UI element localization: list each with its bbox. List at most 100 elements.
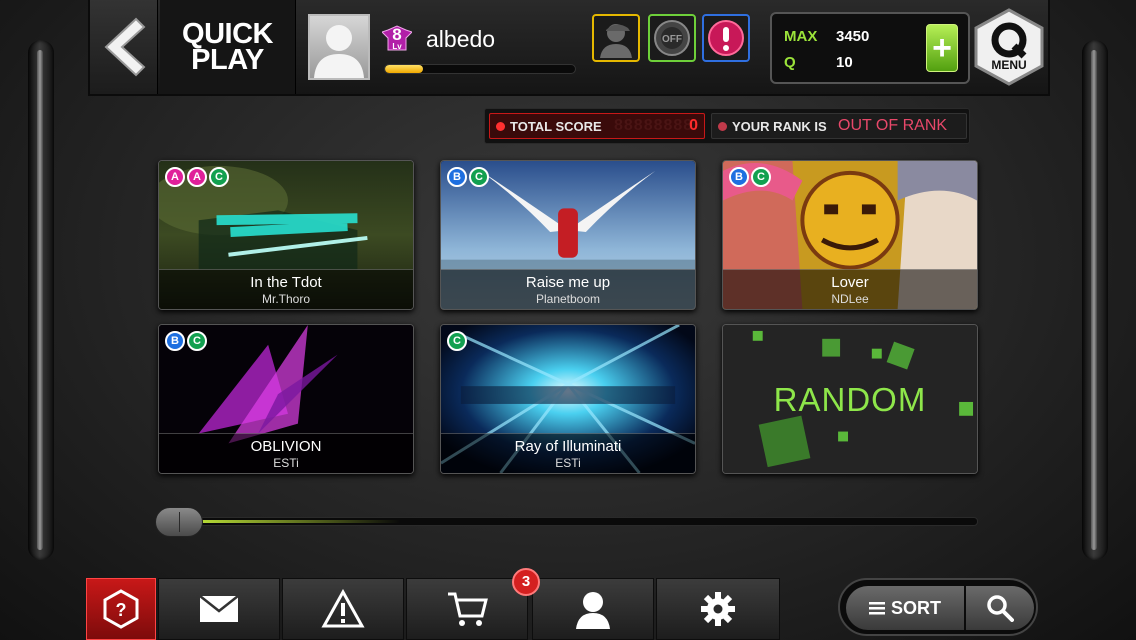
song-title: OBLIVION [250,438,322,455]
gear-icon [701,592,735,626]
song-card-in-the-tdot[interactable]: A A C In the Tdot Mr.Thoro [158,160,414,310]
svg-text:?: ? [116,600,127,620]
mail-button[interactable] [158,578,280,640]
song-artist: Planetboom [535,292,601,306]
total-score-box: TOTAL SCORE 88888888 0 [489,113,705,139]
difficulty-list: C [447,331,467,351]
song-card-raise-me-up[interactable]: B C Raise me up Planetboom [440,160,696,310]
difficulty-badge-b: B [165,331,185,351]
max-label: MAX [784,28,818,45]
page-title: QUICK PLAY [160,0,296,94]
song-caption: OBLIVION ESTi [159,433,413,473]
song-card-oblivion[interactable]: B C OBLIVION ESTi [158,324,414,474]
page-title-line2: PLAY [191,44,264,76]
level-suffix: Lv [392,42,402,51]
song-title: Raise me up [525,274,611,291]
song-card-ray-of-illuminati[interactable]: C Ray of Illuminati ESTi [440,324,696,474]
song-caption: Raise me up Planetboom [441,269,695,309]
sort-list-icon [868,602,885,615]
max-value: 3450 [836,28,870,45]
score-strip: TOTAL SCORE 88888888 0 YOUR RANK IS OUT … [484,108,970,144]
difficulty-list: B C [729,167,771,187]
difficulty-badge-c: C [447,331,467,351]
song-card-lover[interactable]: B C Lover NDLee [722,160,978,310]
random-label: RANDOM [773,381,927,418]
back-button[interactable] [90,0,158,94]
sort-button[interactable]: SORT [846,586,964,630]
total-score-value: 0 [689,117,698,134]
difficulty-badge-b: B [447,167,467,187]
max-points-row: MAX 3450 [782,28,932,50]
difficulty-badge-a: A [187,167,207,187]
random-song-card[interactable]: RANDOM [722,324,978,474]
alert-mode-button[interactable] [702,14,750,62]
help-icon: ? [103,589,139,629]
profile-button[interactable] [532,578,654,640]
song-caption: Ray of Illuminati ESTi [441,433,695,473]
username: albedo [426,26,496,52]
song-title: Ray of Illuminati [514,438,622,455]
song-caption: In the Tdot Mr.Thoro [159,269,413,309]
mail-icon [199,595,239,622]
search-icon [987,595,1014,622]
exp-bar-fill [385,65,423,73]
menu-label: MENU [991,58,1027,72]
difficulty-list: B C [447,167,489,187]
total-score-dot-icon [496,122,505,131]
difficulty-badge-c: C [209,167,229,187]
difficulty-badge-a: A [165,167,185,187]
points-panel: MAX 3450 Q 10 + [770,12,970,84]
total-score-ghost-digits: 88888888 [614,117,694,134]
shop-notification-badge: 3 [512,568,540,596]
add-points-button[interactable]: + [926,24,958,72]
difficulty-badge-b: B [729,167,749,187]
top-bar: QUICK PLAY 8 Lv albedo OFF MAX 3450 Q 10… [88,0,1050,96]
character-mode-button[interactable] [592,14,640,62]
notice-button[interactable] [282,578,404,640]
left-rail [28,40,54,560]
avatar-silhouette-icon [314,25,364,78]
exp-bar [384,64,576,74]
character-icon [600,24,632,58]
difficulty-list: A A C [165,167,229,187]
cart-icon [448,592,488,626]
song-artist: NDLee [831,292,869,306]
sort-label: SORT [890,597,941,618]
song-artist: Mr.Thoro [261,292,310,306]
help-button[interactable]: ? [86,578,156,640]
avatar[interactable] [308,14,370,80]
q-value: 10 [836,54,853,71]
q-menu-icon[interactable] [970,8,1048,86]
profile-icon [576,592,610,629]
right-rail [1082,40,1108,560]
off-toggle-icon: OFF [654,20,690,56]
difficulty-badge-c: C [469,167,489,187]
rank-value: OUT OF RANK [838,117,948,134]
warning-icon [321,589,365,628]
off-toggle-button[interactable]: OFF [648,14,696,62]
q-label: Q [784,54,796,71]
difficulty-list: B C [165,331,207,351]
difficulty-badge-c: C [751,167,771,187]
difficulty-badge-c: C [187,331,207,351]
shop-button[interactable] [406,578,528,640]
song-artist: ESTi [273,456,299,470]
alert-mode-icon [708,20,744,56]
search-button[interactable] [966,586,1034,630]
game-screen: QUICK PLAY 8 Lv albedo OFF MAX 3450 Q 10… [0,0,1136,640]
sort-search-group: SORT [838,578,1038,636]
total-score-label: TOTAL SCORE [510,119,602,134]
rank-label: YOUR RANK IS [732,119,827,134]
settings-button[interactable] [656,578,780,640]
back-arrow-icon [104,17,145,77]
profile-panel[interactable]: 8 Lv albedo [298,0,590,94]
song-caption: Lover NDLee [723,269,977,309]
svg-text:OFF: OFF [662,34,682,45]
song-scroll-thumb[interactable] [155,507,203,537]
song-title: In the Tdot [250,274,322,291]
song-title: Lover [831,274,869,291]
rank-dot-icon [718,122,727,131]
scroll-progress-glow [180,520,400,523]
bottom-nav: ? [86,578,782,640]
rank-box: YOUR RANK IS OUT OF RANK [711,113,967,139]
